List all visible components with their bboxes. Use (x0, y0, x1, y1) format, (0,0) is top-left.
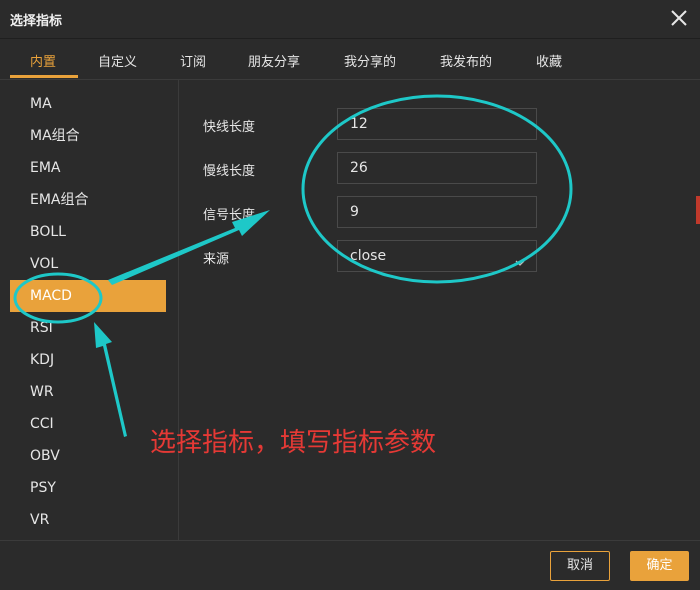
source-select[interactable]: close (337, 240, 537, 272)
tab-subscribed[interactable]: 订阅 (180, 51, 206, 70)
tab-friends-shared[interactable]: 朋友分享 (248, 51, 300, 70)
indicator-item-cci[interactable]: CCI (10, 408, 166, 440)
tab-my-shared[interactable]: 我分享的 (344, 51, 396, 70)
slow-length-label: 慢线长度 (203, 164, 256, 179)
indicator-item-macd[interactable]: MACD (10, 280, 166, 312)
slow-length-input[interactable]: 26 (337, 152, 537, 184)
indicator-item-vol[interactable]: VOL (10, 248, 166, 280)
tab-bar: 内置 自定义 订阅 朋友分享 我分享的 我发布的 收藏 (0, 39, 700, 80)
tab-my-published[interactable]: 我发布的 (440, 51, 492, 70)
cancel-button[interactable]: 取消 (550, 551, 610, 581)
confirm-button[interactable]: 确定 (630, 551, 689, 581)
params-panel: 快线长度 12 慢线长度 26 信号长度 9 来源 close (179, 80, 700, 540)
indicator-item-ema[interactable]: EMA (10, 152, 166, 184)
annotation-text: 选择指标，填写指标参数 (150, 428, 437, 458)
fast-length-input[interactable]: 12 (337, 108, 537, 140)
indicator-item-wr[interactable]: WR (10, 376, 166, 408)
close-icon[interactable] (666, 5, 692, 31)
indicator-item-ma[interactable]: MA (10, 88, 166, 120)
fast-length-label: 快线长度 (203, 120, 256, 135)
edge-marker (696, 196, 700, 224)
indicator-list: MA MA组合 EMA EMA组合 BOLL VOL MACD RSI KDJ … (0, 80, 179, 540)
signal-length-label: 信号长度 (203, 208, 256, 223)
signal-length-input[interactable]: 9 (337, 196, 537, 228)
tab-builtin[interactable]: 内置 (30, 51, 56, 70)
tab-custom[interactable]: 自定义 (98, 51, 137, 70)
dialog-title: 选择指标 (10, 14, 63, 29)
indicator-item-rsi[interactable]: RSI (10, 312, 166, 344)
indicator-item-vr[interactable]: VR (10, 504, 166, 536)
indicator-item-boll[interactable]: BOLL (10, 216, 166, 248)
chevron-down-icon (514, 250, 526, 266)
source-label: 来源 (203, 252, 230, 267)
indicator-item-ema-group[interactable]: EMA组合 (10, 184, 166, 216)
tab-favorites[interactable]: 收藏 (536, 51, 562, 70)
dialog-titlebar: 选择指标 (0, 0, 700, 39)
source-value: close (350, 248, 387, 264)
active-tab-indicator (10, 75, 78, 78)
indicator-item-ma-group[interactable]: MA组合 (10, 120, 166, 152)
indicator-item-obv[interactable]: OBV (10, 440, 166, 472)
dialog-footer: 取消 确定 (0, 540, 700, 590)
indicator-item-psy[interactable]: PSY (10, 472, 166, 504)
indicator-item-kdj[interactable]: KDJ (10, 344, 166, 376)
